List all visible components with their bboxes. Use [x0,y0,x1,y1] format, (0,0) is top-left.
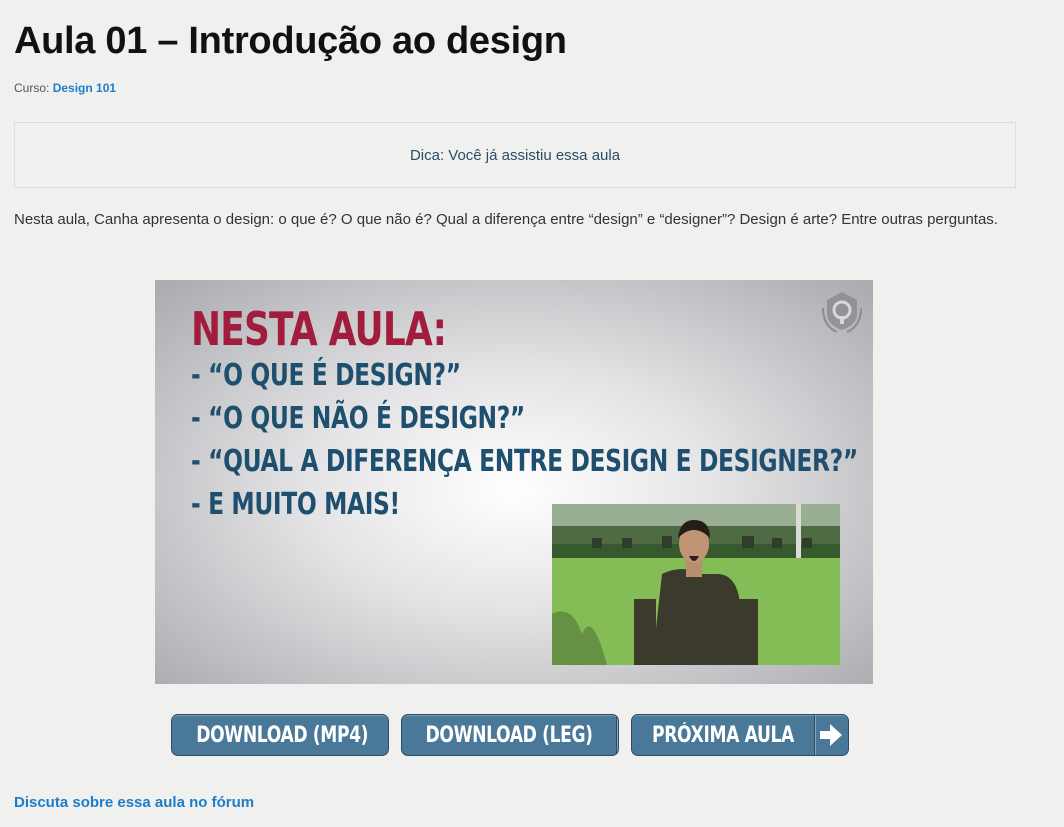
channel-logo-icon [817,286,867,336]
download-leg-text: DOWNLOAD (LEG) [425,722,593,748]
course-breadcrumb: Curso: Design 101 [14,81,116,95]
slide-heading: NESTA AULA: [191,302,447,356]
next-lesson-button[interactable]: PRÓXIMA AULA [631,714,849,756]
next-lesson-label: PRÓXIMA AULA [632,715,814,755]
download-mp4-text: DOWNLOAD (MP4) [196,722,369,748]
download-mp4-button[interactable]: DOWNLOAD (MP4) [171,714,389,756]
slide-topic-item: - “O QUE NÃO É DESIGN?” [191,401,525,436]
presenter-video-inset [552,504,840,665]
slide-topic-list: - “O QUE É DESIGN?” - “O QUE NÃO É DESIG… [191,354,873,526]
download-subtitle-icon: CC [616,715,618,755]
next-lesson-text: PRÓXIMA AULA [652,722,794,748]
download-mp4-label: DOWNLOAD (MP4) [172,715,388,755]
download-subtitle-button[interactable]: DOWNLOAD (LEG) CC [401,714,619,756]
course-label: Curso: [14,81,50,95]
download-button-row: DOWNLOAD (MP4) DOWNLOAD (LEG) CC PRÓXIMA… [171,714,849,756]
tip-box: Dica: Você já assistiu essa aula [14,122,1016,188]
video-player[interactable]: NESTA AULA: - “O QUE É DESIGN?” - “O QUE… [155,280,873,684]
course-link[interactable]: Design 101 [53,81,116,95]
lesson-description: Nesta aula, Canha apresenta o design: o … [14,211,998,228]
slide-topic-item: - “QUAL A DIFERENÇA ENTRE DESIGN E DESIG… [191,444,858,479]
tip-text: Dica: Você já assistiu essa aula [409,146,621,164]
arrow-right-icon [813,715,848,755]
download-leg-label: DOWNLOAD (LEG) [402,715,616,755]
forum-discussion-link[interactable]: Discuta sobre essa aula no fórum [14,794,254,811]
slide-topic-item: - “O QUE É DESIGN?” [191,358,461,393]
page-title: Aula 01 – Introdução ao design [14,20,567,62]
